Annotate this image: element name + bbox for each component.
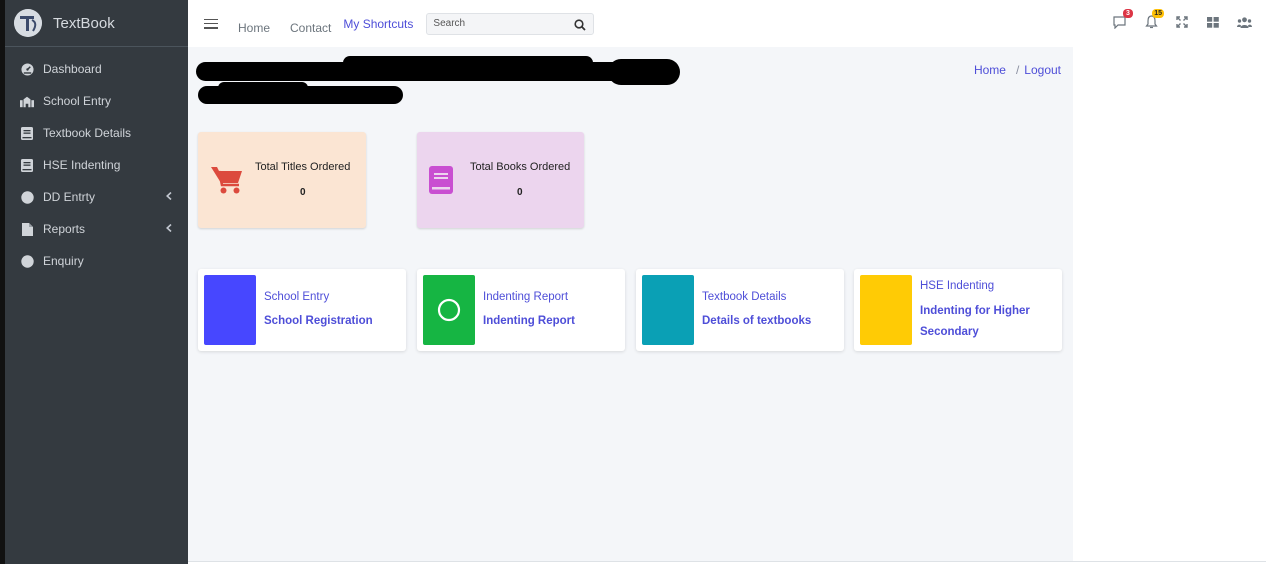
stat-value: 0 [300, 187, 306, 198]
messages-button[interactable]: 3 [1112, 9, 1133, 30]
shortcut-color-block [642, 275, 694, 345]
circle-icon [20, 190, 34, 204]
sidebar-item-dashboard[interactable]: Dashboard [5, 53, 188, 85]
redacted-heading-bump [343, 56, 593, 70]
sidebar-item-label: HSE Indenting [43, 158, 121, 172]
nav-link-my-shortcuts[interactable]: My Shortcuts [343, 17, 413, 31]
chevron-left-icon [166, 191, 172, 203]
shortcut-school-entry[interactable]: School Entry School Registration [198, 269, 406, 351]
sidebar-item-label: Enquiry [43, 254, 84, 268]
top-navbar: Home Contact My Shortcuts 3 15 [188, 0, 1266, 47]
sidebar-item-enquiry[interactable]: Enquiry [5, 245, 188, 277]
book-icon [20, 158, 34, 172]
users-icon [1236, 16, 1252, 28]
shortcut-subtitle[interactable]: Indenting for Higher Secondary [920, 301, 1055, 343]
chevron-left-icon [166, 223, 172, 235]
sidebar-item-label: Dashboard [43, 62, 102, 76]
shortcut-title: HSE Indenting [920, 280, 995, 292]
notifications-button[interactable]: 15 [1143, 9, 1164, 30]
fullscreen-button[interactable] [1174, 14, 1190, 30]
brand-name: TextBook [53, 14, 115, 32]
brand-link[interactable]: TextBook [5, 0, 188, 47]
sidebar-item-label: Reports [43, 222, 86, 236]
stat-label: Total Titles Ordered [255, 161, 351, 173]
stat-value: 0 [517, 187, 523, 198]
users-button[interactable] [1236, 14, 1252, 30]
shortcut-color-block [204, 275, 256, 345]
sidebar-item-reports[interactable]: Reports [5, 213, 188, 245]
nav-link-contact[interactable]: Contact [290, 21, 331, 35]
messages-badge: 3 [1123, 9, 1133, 18]
main-content: Home / Logout Total Titles Ordered 0 Tot… [188, 47, 1073, 562]
shortcut-indenting-report[interactable]: Indenting Report Indenting Report [417, 269, 625, 351]
book-icon [429, 166, 455, 199]
sidebar-item-dd-entry[interactable]: DD Entrty [5, 181, 188, 213]
sidebar-nav: Dashboard School Entry Textbook Details … [5, 47, 188, 277]
nav-link-home[interactable]: Home [238, 21, 270, 35]
sidebar-item-label: School Entry [43, 94, 112, 108]
shortcut-title: Indenting Report [483, 291, 569, 303]
sidebar-item-label: Textbook Details [43, 126, 132, 140]
navbar-right-icons: 3 15 [1097, 9, 1252, 30]
sidebar-item-textbook-details[interactable]: Textbook Details [5, 117, 188, 149]
redacted-heading-end [608, 59, 680, 85]
shortcut-subtitle[interactable]: Indenting Report [483, 311, 618, 332]
shopping-cart-icon [210, 165, 244, 200]
th-large-icon [1207, 16, 1219, 28]
tachometer-icon [20, 62, 34, 76]
stat-label: Total Books Ordered [470, 161, 571, 173]
school-icon [20, 94, 34, 108]
brand-logo-icon [14, 9, 42, 37]
sidebar: TextBook Dashboard School Entry Textbook… [5, 0, 188, 564]
search-input[interactable] [433, 18, 569, 29]
shortcut-subtitle[interactable]: Details of textbooks [702, 311, 837, 332]
sidebar-item-hse-indenting[interactable]: HSE Indenting [5, 149, 188, 181]
redacted-subheading-bump [218, 82, 308, 94]
shortcut-title: Textbook Details [702, 291, 787, 303]
sidebar-item-school-entry[interactable]: School Entry [5, 85, 188, 117]
breadcrumb: Home / Logout [974, 63, 1061, 77]
breadcrumb-logout[interactable]: Logout [1024, 63, 1061, 77]
sidebar-item-label: DD Entrty [43, 190, 96, 204]
menu-toggle-icon[interactable] [204, 18, 218, 29]
book-icon [20, 126, 34, 140]
shortcut-hse-indenting[interactable]: HSE Indenting Indenting for Higher Secon… [854, 269, 1062, 351]
search-box [426, 12, 595, 36]
file-icon [20, 222, 34, 236]
app-window: TextBook Dashboard School Entry Textbook… [0, 0, 1266, 564]
breadcrumb-home[interactable]: Home [974, 63, 1006, 77]
breadcrumb-separator: / [1015, 63, 1020, 77]
expand-icon [1176, 16, 1188, 28]
shortcut-textbook-details[interactable]: Textbook Details Details of textbooks [636, 269, 844, 351]
shortcut-title: School Entry [264, 291, 330, 303]
stat-total-books: Total Books Ordered 0 [417, 132, 584, 228]
shortcut-color-block [860, 275, 912, 345]
apps-button[interactable] [1205, 14, 1221, 30]
search-icon[interactable] [574, 18, 587, 36]
footer-divider [188, 561, 1266, 562]
shortcut-color-block [423, 275, 475, 345]
stat-total-titles: Total Titles Ordered 0 [198, 132, 366, 228]
circle-icon [20, 254, 34, 268]
notifications-badge: 15 [1152, 9, 1164, 18]
right-panel [1073, 47, 1266, 562]
circle-outline-icon [437, 298, 461, 322]
shortcut-subtitle[interactable]: School Registration [264, 311, 399, 332]
